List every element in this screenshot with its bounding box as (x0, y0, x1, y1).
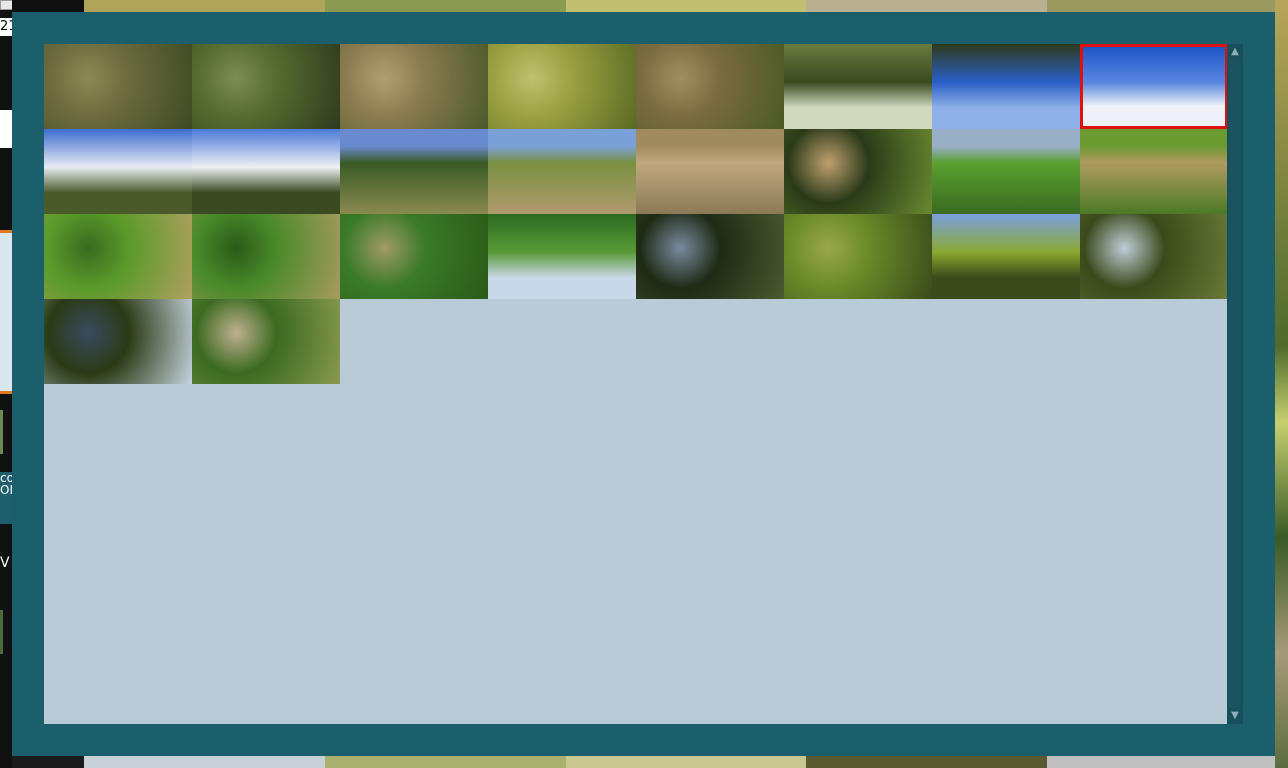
left-lightblue-panel (0, 233, 12, 391)
background-strip (12, 0, 84, 12)
gallery-thumbnail[interactable] (192, 129, 340, 214)
gallery-thumbnail[interactable] (932, 44, 1080, 129)
gallery-thumbnail[interactable] (340, 129, 488, 214)
gallery-thumbnail[interactable] (932, 129, 1080, 214)
gallery-panel (44, 44, 1227, 724)
gallery-thumbnail[interactable] (192, 214, 340, 299)
gallery-thumbnail[interactable] (192, 44, 340, 129)
gallery-thumbnail[interactable] (340, 44, 488, 129)
gallery-thumbnail[interactable] (44, 129, 192, 214)
left-v-text: V (0, 555, 10, 571)
chevron-down-icon[interactable]: ▼ (1227, 708, 1243, 724)
left-white-block (0, 110, 12, 148)
left-thumbnail-2 (0, 610, 3, 654)
gallery-thumbnail[interactable] (44, 214, 192, 299)
gallery-thumbnail[interactable] (488, 44, 636, 129)
gallery-thumbnail[interactable] (340, 214, 488, 299)
thumbnail-grid (44, 44, 1227, 384)
gallery-thumbnail[interactable] (44, 44, 192, 129)
gallery-thumbnail[interactable] (636, 129, 784, 214)
left-teal-block: co OM (0, 472, 12, 524)
left-text-fragment: 21 (0, 18, 12, 36)
gallery-thumbnail[interactable] (636, 44, 784, 129)
gallery-thumbnail[interactable] (1080, 214, 1227, 299)
background-photo-strip-bottom (84, 756, 1288, 768)
gallery-thumbnail[interactable] (636, 214, 784, 299)
scrollbar-thumb[interactable] (1229, 60, 1241, 708)
gallery-thumbnail[interactable] (932, 214, 1080, 299)
background-photo-strip-right (1275, 0, 1288, 768)
left-orange-bar-2 (0, 391, 12, 394)
background-photo-strip-top (84, 0, 1288, 12)
scrollbar[interactable]: ▲ ▼ (1227, 44, 1243, 724)
gallery-thumbnail[interactable] (488, 129, 636, 214)
gallery-thumbnail[interactable] (1080, 129, 1227, 214)
gallery-thumbnail[interactable] (784, 214, 932, 299)
gallery-thumbnail[interactable] (784, 129, 932, 214)
gallery-thumbnail[interactable] (488, 214, 636, 299)
gallery-thumbnail[interactable] (192, 299, 340, 384)
chevron-up-icon[interactable]: ▲ (1227, 44, 1243, 60)
gallery-modal: ▲ ▼ (12, 12, 1275, 756)
gallery-thumbnail[interactable] (1080, 44, 1227, 129)
gallery-thumbnail[interactable] (44, 299, 192, 384)
left-thumbnail (0, 410, 3, 454)
gallery-thumbnail[interactable] (784, 44, 932, 129)
